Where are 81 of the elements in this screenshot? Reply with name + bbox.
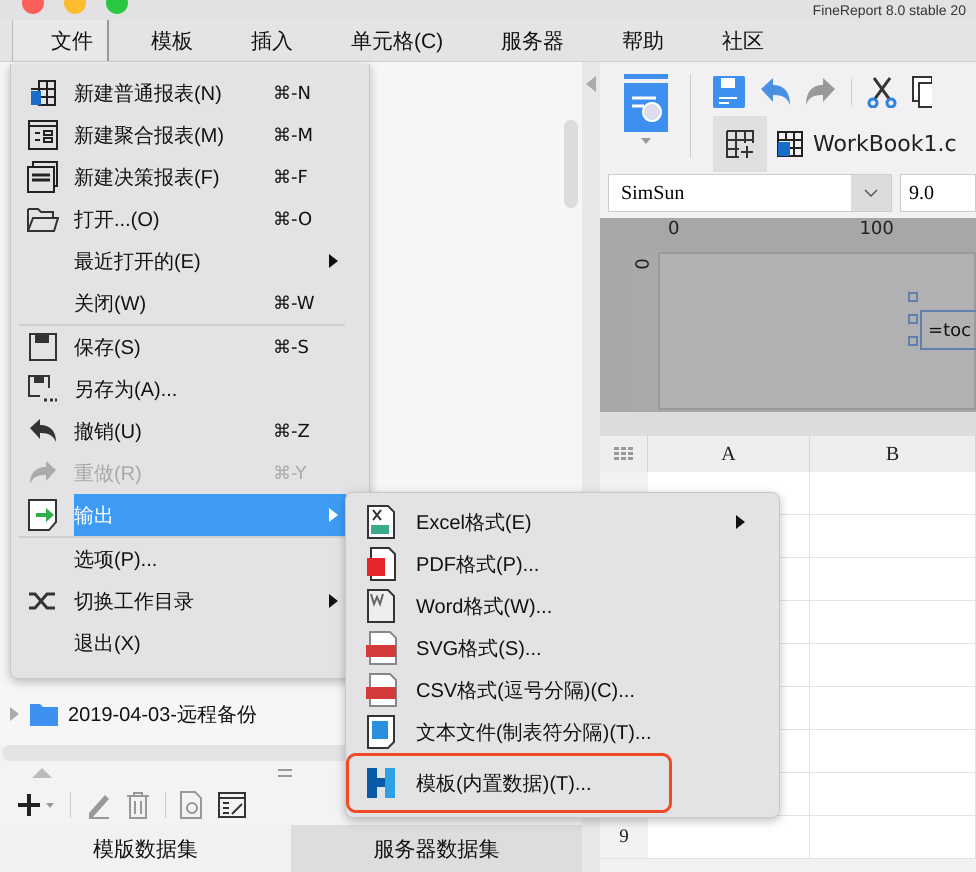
font-select[interactable]: SimSun bbox=[608, 174, 892, 212]
chevron-down-icon bbox=[864, 189, 878, 197]
menu-item[interactable]: CSV格式(逗号分隔)(C)... bbox=[346, 669, 779, 711]
menu-title[interactable]: 插入 bbox=[251, 20, 293, 61]
menu-title[interactable]: 单元格(C) bbox=[351, 20, 444, 61]
copy-icon bbox=[912, 76, 932, 108]
folder-icon bbox=[26, 206, 58, 232]
report-grid-icon bbox=[28, 79, 56, 107]
menu-title[interactable]: 服务器 bbox=[501, 20, 564, 61]
up-triangle-icon bbox=[32, 768, 52, 778]
scissors-icon bbox=[866, 76, 898, 108]
menu-item[interactable]: 保存(S) ⌘-S bbox=[11, 326, 346, 368]
svg-file-icon bbox=[365, 631, 397, 665]
splitter-bar[interactable] bbox=[600, 412, 976, 436]
aggregate-form-icon bbox=[28, 120, 58, 150]
document-search-icon bbox=[624, 74, 668, 132]
menu-item[interactable]: PDF格式(P)... bbox=[346, 543, 779, 585]
folder-icon bbox=[30, 702, 58, 726]
drag-handle-icon bbox=[278, 769, 292, 777]
menu-title[interactable]: 模板 bbox=[151, 20, 193, 61]
font-size-field[interactable]: 9.0 bbox=[900, 174, 976, 212]
save-as-icon bbox=[28, 375, 58, 403]
menu-item[interactable]: Excel格式(E) bbox=[346, 501, 779, 543]
collapse-triangle-icon bbox=[586, 76, 596, 92]
plus-icon bbox=[16, 792, 56, 818]
window-title: FineReport 8.0 stable 20 bbox=[812, 2, 966, 18]
menu-title[interactable]: 文件 bbox=[12, 20, 109, 61]
report-grid-icon bbox=[777, 131, 803, 157]
trash-icon bbox=[125, 791, 151, 819]
dashboard-form-icon bbox=[26, 161, 58, 193]
resize-handle[interactable] bbox=[908, 336, 918, 346]
undo-arrow-icon bbox=[28, 418, 58, 444]
text-file-icon bbox=[367, 715, 395, 749]
grid-dots-icon bbox=[614, 447, 634, 461]
redo-arrow-icon bbox=[805, 77, 837, 107]
menu-item[interactable]: 撤销(U) ⌘-Z bbox=[11, 410, 346, 452]
word-file-icon bbox=[367, 589, 395, 623]
menu-item[interactable]: Word格式(W)... bbox=[346, 585, 779, 627]
menu-item[interactable]: 另存为(A)... bbox=[11, 368, 346, 410]
export-file-icon bbox=[28, 499, 58, 531]
redo-arrow-icon bbox=[28, 460, 58, 486]
menu-title[interactable]: 帮助 bbox=[622, 20, 664, 61]
menu-item[interactable]: 新建决策报表(F) ⌘-F bbox=[11, 156, 346, 198]
menu-item[interactable]: 新建聚合报表(M) ⌘-M bbox=[11, 114, 346, 156]
document-search-icon bbox=[180, 791, 204, 819]
scrollbar-thumb[interactable] bbox=[564, 120, 578, 208]
disclosure-triangle-icon bbox=[8, 707, 20, 721]
resize-handle[interactable] bbox=[908, 292, 918, 302]
folder-name: 2019-04-03-远程备份 bbox=[68, 702, 257, 728]
dataset-edit-icon bbox=[218, 792, 246, 818]
save-icon bbox=[28, 333, 56, 361]
menu-item[interactable]: SVG格式(S)... bbox=[346, 627, 779, 669]
menu-item[interactable]: 打开...(O) ⌘-O bbox=[11, 198, 346, 240]
submenu-arrow-icon bbox=[329, 254, 338, 268]
menu-item[interactable]: 最近打开的(E) bbox=[11, 240, 346, 282]
row-header[interactable]: 9 bbox=[600, 816, 648, 858]
menu-item[interactable]: 文本文件(制表符分隔)(T)... bbox=[346, 711, 779, 753]
ruler-label: 100 bbox=[859, 218, 894, 239]
grid-plus-icon bbox=[726, 130, 754, 158]
tree-item[interactable]: 2019-04-03-远程备份 bbox=[8, 697, 257, 731]
save-icon bbox=[713, 76, 745, 108]
resize-handle[interactable] bbox=[908, 314, 918, 324]
dataset-tab[interactable]: 服务器数据集 bbox=[291, 825, 582, 872]
workbook-tab[interactable]: WorkBook1.c bbox=[767, 116, 957, 172]
csv-file-icon bbox=[365, 673, 397, 707]
menu-item[interactable]: 模板(内置数据)(T)... bbox=[346, 753, 779, 813]
menu-item[interactable]: 关闭(W) ⌘-W bbox=[11, 282, 346, 324]
spreadsheet-file-icon bbox=[367, 505, 395, 539]
formula-cell[interactable]: =toc bbox=[920, 310, 976, 350]
menu-item[interactable]: 选项(P)... bbox=[11, 538, 346, 580]
caret-down-icon bbox=[641, 138, 651, 144]
undo-arrow-icon bbox=[759, 77, 791, 107]
menu-item[interactable]: 退出(X) bbox=[11, 622, 346, 664]
menu-item[interactable]: 新建普通报表(N) ⌘-N bbox=[11, 72, 346, 114]
add-sheet-button[interactable] bbox=[713, 116, 767, 172]
menu-title[interactable]: 社区 bbox=[722, 20, 764, 61]
template-logo-icon bbox=[367, 768, 395, 798]
ruler-label: 0 bbox=[632, 258, 652, 270]
ruler-label: 0 bbox=[668, 218, 680, 239]
submenu-arrow-icon bbox=[736, 515, 745, 529]
pdf-file-icon bbox=[366, 547, 396, 581]
